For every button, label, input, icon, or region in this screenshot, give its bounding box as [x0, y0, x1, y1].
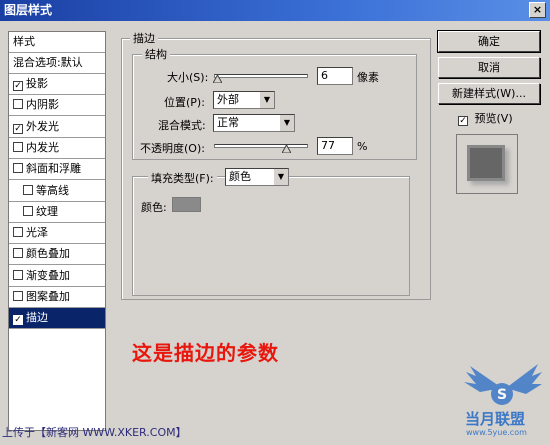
style-item-label: 描边: [26, 311, 48, 325]
chevron-down-icon: ▼: [279, 115, 294, 131]
blend-mode-select[interactable]: 正常 ▼: [213, 114, 295, 132]
style-item-label: 图案叠加: [26, 290, 70, 303]
position-label: 位置(P):: [164, 96, 205, 109]
style-item-checkbox[interactable]: [13, 269, 23, 280]
style-item[interactable]: 等高线: [9, 181, 105, 202]
blend-mode-label: 混合模式:: [158, 119, 206, 132]
stroke-group-title: 描边: [130, 30, 158, 46]
ok-button[interactable]: 确定: [437, 30, 541, 53]
size-unit-label: 像素: [357, 71, 379, 84]
new-style-button[interactable]: 新建样式(W)...: [438, 83, 540, 104]
style-item[interactable]: ✓ 描边: [9, 308, 105, 330]
caption-overlay: 这是描边的参数: [132, 341, 279, 365]
cancel-button[interactable]: 取消: [438, 57, 540, 78]
style-item-label: 内发光: [26, 140, 59, 154]
style-item-checkbox[interactable]: [13, 227, 23, 238]
chevron-down-icon: ▼: [259, 92, 274, 108]
style-item[interactable]: 渐变叠加: [9, 266, 105, 287]
svg-text:S: S: [497, 387, 507, 403]
style-item[interactable]: 内阴影: [9, 95, 105, 117]
size-label: 大小(S):: [167, 71, 209, 84]
style-list-header: 样式: [9, 32, 105, 53]
style-item-label: 颜色叠加: [26, 247, 70, 261]
watermark-url: www.5yue.com: [466, 428, 527, 437]
style-item-label: 渐变叠加: [26, 268, 70, 282]
opacity-slider-thumb[interactable]: [282, 145, 292, 153]
watermark-text: 当月联盟: [465, 410, 526, 428]
style-item-checkbox[interactable]: ✓: [13, 123, 23, 134]
preview-checkbox-row[interactable]: ✓ 预览(V): [458, 110, 513, 126]
style-item-checkbox[interactable]: [13, 99, 23, 110]
style-item[interactable]: 图案叠加: [9, 287, 105, 308]
close-button[interactable]: ×: [529, 2, 546, 18]
style-item-label: 斜面和浮雕: [26, 162, 81, 176]
opacity-unit-label: %: [357, 140, 368, 153]
window-title: 图层样式: [4, 3, 53, 17]
style-item[interactable]: 斜面和浮雕: [9, 159, 105, 181]
style-item-checkbox[interactable]: [13, 248, 23, 259]
position-select[interactable]: 外部 ▼: [213, 91, 275, 109]
style-item-label: 纹理: [36, 204, 58, 218]
style-item-label: 外发光: [26, 119, 59, 133]
chevron-down-icon: ▼: [273, 169, 288, 185]
style-item-label: 内阴影: [26, 98, 59, 112]
style-item[interactable]: 颜色叠加: [9, 244, 105, 266]
opacity-input[interactable]: 77: [317, 137, 353, 155]
fill-type-label: 填充类型(F):: [148, 170, 217, 186]
fill-type-select[interactable]: 颜色 ▼: [225, 168, 289, 186]
size-slider-thumb[interactable]: [212, 75, 222, 83]
title-bar: 图层样式: [0, 0, 550, 21]
style-item-label: 光泽: [26, 226, 48, 240]
style-item[interactable]: 内发光: [9, 138, 105, 159]
structure-group-title: 结构: [142, 46, 170, 62]
preview-square: [467, 145, 505, 181]
style-item-checkbox[interactable]: ✓: [13, 315, 23, 326]
color-swatch[interactable]: [172, 197, 201, 212]
style-item[interactable]: 光泽: [9, 223, 105, 245]
position-select-value: 外部: [217, 93, 239, 106]
preview-checkbox[interactable]: ✓: [458, 116, 468, 126]
style-item-checkbox[interactable]: [13, 163, 23, 174]
footer-upload-text: 上传于【新客网 WWW.XKER.COM】: [2, 426, 187, 439]
fill-type-select-value: 颜色: [229, 170, 251, 183]
preview-thumbnail: [456, 134, 518, 194]
size-slider-track[interactable]: [214, 74, 308, 78]
preview-label: 预览(V): [474, 112, 513, 125]
blend-options-item[interactable]: 混合选项:默认: [9, 53, 105, 74]
fill-group: [132, 176, 410, 296]
style-item-checkbox[interactable]: ✓: [13, 81, 23, 91]
opacity-label: 不透明度(O):: [140, 142, 205, 155]
style-item[interactable]: ✓ 外发光: [9, 117, 105, 138]
blend-mode-select-value: 正常: [217, 116, 239, 129]
size-input[interactable]: 6: [317, 67, 353, 85]
style-item-label: 等高线: [36, 183, 69, 197]
style-item-checkbox[interactable]: [13, 141, 23, 152]
style-item-checkbox[interactable]: [13, 291, 23, 301]
style-item[interactable]: ✓ 投影: [9, 74, 105, 95]
style-item[interactable]: 纹理: [9, 202, 105, 223]
wing-logo-icon: S: [464, 364, 542, 405]
style-list: 样式 混合选项:默认 ✓ 投影 内阴影 ✓ 外发光 内发光 斜面和浮雕 等高线 纹理 光泽 颜色叠加…: [8, 31, 106, 431]
style-item-label: 投影: [26, 77, 48, 90]
style-item-checkbox[interactable]: [23, 184, 33, 195]
style-item-checkbox[interactable]: [23, 205, 33, 216]
color-label: 颜色:: [141, 201, 167, 214]
opacity-slider-track[interactable]: [214, 144, 308, 148]
